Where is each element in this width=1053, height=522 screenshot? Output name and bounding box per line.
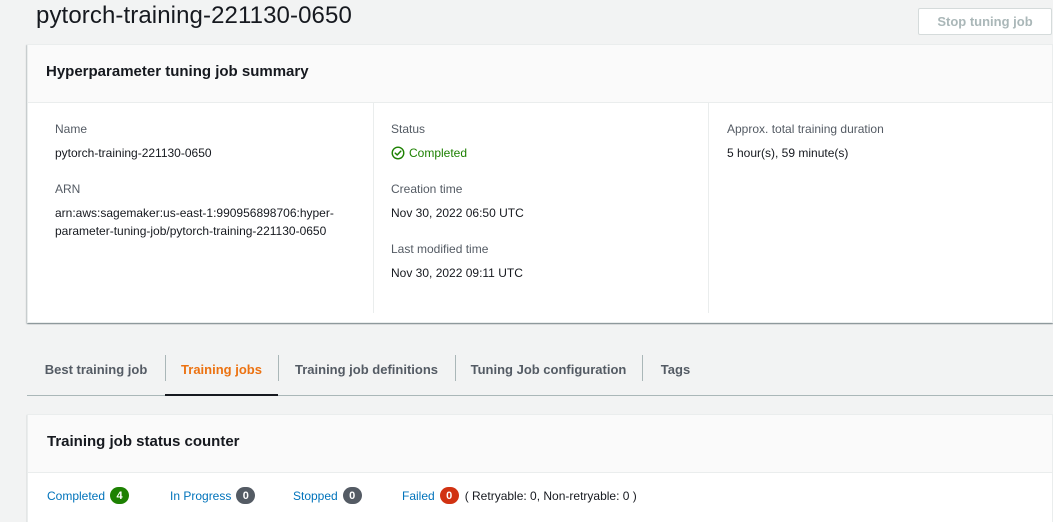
last-modified-label: Last modified time <box>391 242 489 256</box>
creation-time-field: Creation time Nov 30, 2022 06:50 UTC <box>391 182 708 222</box>
counter-in-progress: In Progress 0 <box>170 487 256 504</box>
summary-title: Hyperparameter tuning job summary <box>46 63 309 80</box>
in-progress-filter-link[interactable]: In Progress <box>170 489 231 503</box>
last-modified-field: Last modified time Nov 30, 2022 09:11 UT… <box>391 242 708 282</box>
arn-label: ARN <box>55 182 81 196</box>
check-circle-icon <box>391 146 405 160</box>
tuning-job-page: pytorch-training-221130-0650 Stop tuning… <box>0 0 1053 522</box>
tab-training-job-definitions[interactable]: Training job definitions <box>278 343 455 395</box>
summary-panel: Hyperparameter tuning job summary Name p… <box>27 44 1053 323</box>
duration-field: Approx. total training duration 5 hour(s… <box>727 122 1052 162</box>
completed-count-badge: 4 <box>110 487 130 504</box>
tab-bar: Best training job Training jobs Training… <box>27 343 1053 396</box>
page-title: pytorch-training-221130-0650 <box>36 2 352 29</box>
stop-tuning-job-button[interactable]: Stop tuning job <box>918 8 1052 35</box>
in-progress-count-badge: 0 <box>236 487 256 504</box>
stopped-count-badge: 0 <box>342 487 362 504</box>
status-counter-row: Completed 4 In Progress 0 Stopped 0 Fail… <box>28 473 1052 522</box>
summary-column-2: Status Completed Creation time Nov 30, 2… <box>373 103 708 313</box>
duration-label: Approx. total training duration <box>727 122 884 136</box>
status-field: Status Completed <box>391 122 708 162</box>
tab-training-jobs[interactable]: Training jobs <box>165 343 278 396</box>
tab-best-training-job[interactable]: Best training job <box>27 343 165 395</box>
summary-column-3: Approx. total training duration 5 hour(s… <box>708 103 1052 313</box>
failed-count-badge: 0 <box>439 487 459 504</box>
status-counter-title: Training job status counter <box>47 433 240 450</box>
status-label: Status <box>391 122 426 136</box>
stopped-filter-link[interactable]: Stopped <box>293 489 338 503</box>
creation-time-label: Creation time <box>391 182 463 196</box>
duration-value: 5 hour(s), 59 minute(s) <box>727 146 849 160</box>
name-label: Name <box>55 122 88 136</box>
tab-tuning-job-configuration[interactable]: Tuning Job configuration <box>455 343 642 395</box>
failed-breakdown: ( Retryable: 0, Non-retryable: 0 ) <box>464 488 637 503</box>
completed-filter-link[interactable]: Completed <box>47 489 105 503</box>
status-value: Completed <box>409 146 468 160</box>
status-counter-panel: Training job status counter Completed 4 … <box>27 414 1053 522</box>
summary-column-1: Name pytorch-training-221130-0650 ARN ar… <box>28 103 373 313</box>
arn-field: ARN arn:aws:sagemaker:us-east-1:99095689… <box>55 182 359 240</box>
summary-header: Hyperparameter tuning job summary <box>28 45 1052 103</box>
arn-value: arn:aws:sagemaker:us-east-1:990956898706… <box>55 206 334 238</box>
last-modified-value: Nov 30, 2022 09:11 UTC <box>391 266 523 280</box>
failed-filter-link[interactable]: Failed <box>402 489 435 503</box>
counter-stopped: Stopped 0 <box>293 487 362 504</box>
counter-failed: Failed 0 ( Retryable: 0, Non-retryable: … <box>402 487 637 504</box>
status-indicator: Completed <box>391 144 708 162</box>
creation-time-value: Nov 30, 2022 06:50 UTC <box>391 206 524 220</box>
status-counter-header: Training job status counter <box>28 415 1052 473</box>
summary-body: Name pytorch-training-221130-0650 ARN ar… <box>28 103 1052 323</box>
counter-completed: Completed 4 <box>47 487 130 504</box>
name-field: Name pytorch-training-221130-0650 <box>55 122 359 162</box>
name-value: pytorch-training-221130-0650 <box>55 146 212 160</box>
tab-tags[interactable]: Tags <box>642 343 709 395</box>
